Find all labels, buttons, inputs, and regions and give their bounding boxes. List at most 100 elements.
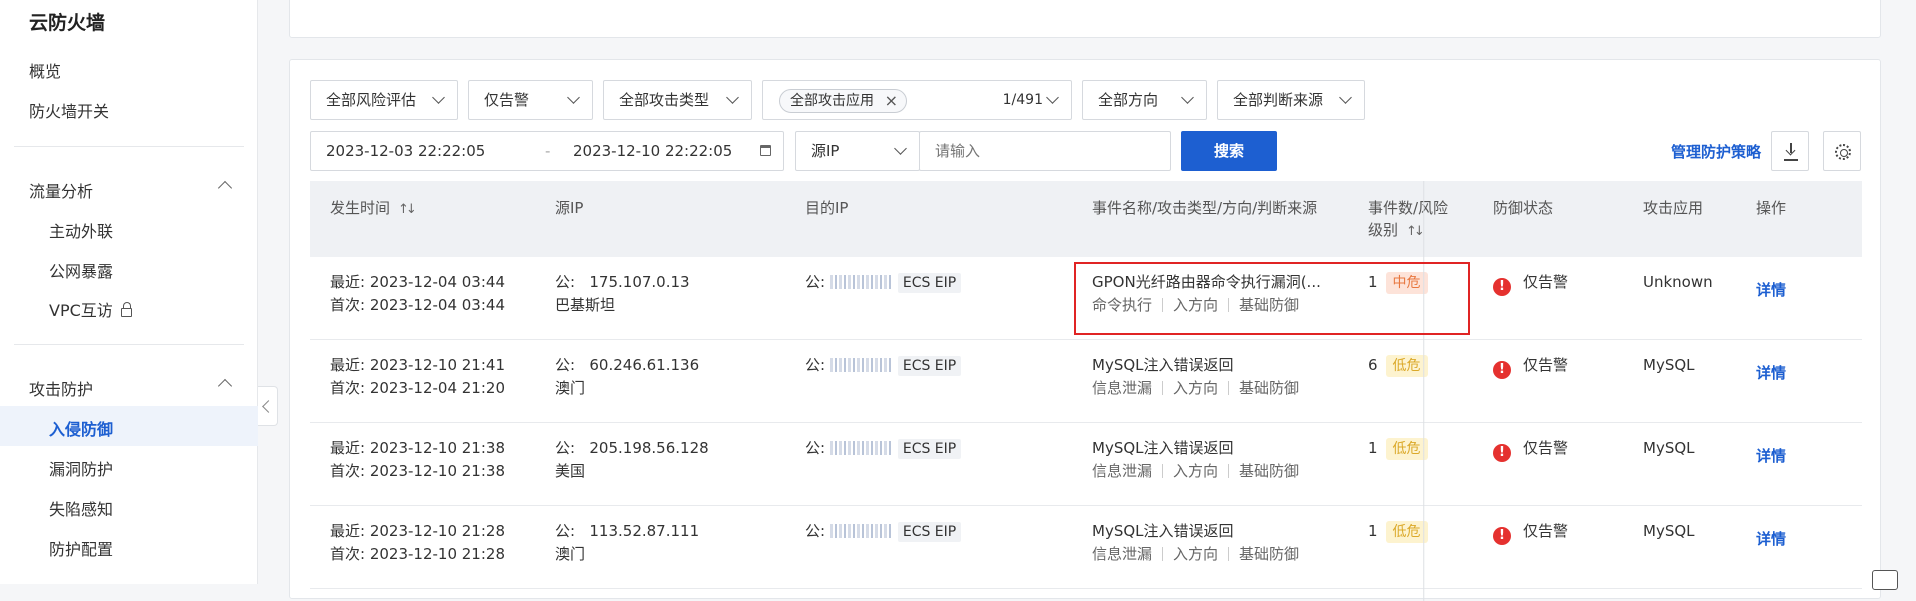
detail-link[interactable]: 详情 (1756, 528, 1786, 549)
ip-prefix: 公: (555, 522, 576, 540)
select-value: 全部判断来源 (1233, 91, 1324, 109)
col-count-risk[interactable]: 事件数/风险 级别 ↑↓ (1368, 197, 1448, 243)
latest-time: 最近: 2023-12-10 21:28 (330, 522, 505, 540)
date-range-picker[interactable]: 2023-12-03 22:22:05 - 2023-12-10 22:22:0… (310, 131, 784, 171)
sidebar-group-attack-protection[interactable]: 攻击防护 (29, 376, 244, 400)
judge-source: 基础防御 (1239, 545, 1300, 563)
defense-status: 仅告警 (1523, 273, 1569, 291)
col-src-ip: 源IP (555, 199, 584, 217)
close-icon[interactable]: × (885, 90, 898, 112)
detail-link[interactable]: 详情 (1756, 362, 1786, 383)
sidebar-item-firewall-switch[interactable]: 防火墙开关 (29, 98, 109, 122)
col-defense: 防御状态 (1493, 199, 1554, 217)
judge-source-select[interactable]: 全部判断来源 (1217, 80, 1365, 120)
detail-link[interactable]: 详情 (1756, 279, 1786, 300)
sidebar-title: 云防火墙 (29, 12, 106, 34)
time-cell: 最近: 2023-12-10 21:28 首次: 2023-12-10 21:28 (330, 520, 505, 566)
event-count: 1 (1368, 522, 1378, 540)
dst-ip-cell: 公: ECS EIP (805, 520, 962, 543)
chevron-down-icon (1046, 91, 1059, 104)
ip-prefix: 公: (555, 356, 576, 374)
ip-type-select[interactable]: 源IP (795, 131, 920, 171)
ip-prefix: 公: (805, 273, 826, 291)
ip-prefix: 公: (555, 439, 576, 457)
eip-tag: ECS EIP (897, 439, 962, 459)
src-ip-cell: 公: 113.52.87.111 澳门 (555, 520, 699, 566)
event-cell: MySQL注入错误返回 信息泄漏 入方向 基础防御 (1092, 437, 1299, 483)
event-name[interactable]: MySQL注入错误返回 (1092, 437, 1299, 460)
src-ip-cell: 公: 205.198.56.128 美国 (555, 437, 709, 483)
attack-type: 信息泄漏 (1092, 545, 1153, 563)
search-button[interactable]: 搜索 (1181, 131, 1277, 171)
direction-select[interactable]: 全部方向 (1082, 80, 1207, 120)
redacted-ip (829, 275, 892, 289)
sticky-column-shadow (1423, 181, 1425, 601)
event-name[interactable]: GPON光纤路由器命令执行漏洞(... (1092, 271, 1321, 294)
chevron-down-icon (432, 91, 445, 104)
mode-select[interactable]: 仅告警 (468, 80, 593, 120)
lock-icon (120, 302, 132, 317)
summary-card (289, 0, 1881, 38)
time-cell: 最近: 2023-12-04 03:44 首次: 2023-12-04 03:44 (330, 271, 505, 317)
event-name[interactable]: MySQL注入错误返回 (1092, 520, 1299, 543)
start-time: 2023-12-03 22:22:05 (326, 142, 486, 160)
sidebar-item-vpc[interactable]: VPC互访 (49, 297, 132, 321)
defense-status: 仅告警 (1523, 522, 1569, 540)
sidebar-item-intrusion-prevention[interactable]: 入侵防御 (49, 416, 113, 440)
redacted-ip (829, 524, 892, 538)
col-time[interactable]: 发生时间 ↑↓ (330, 197, 417, 221)
dst-ip-cell: 公: ECS EIP (805, 437, 962, 460)
latest-time: 最近: 2023-12-10 21:38 (330, 439, 505, 457)
count-risk-cell: 1 低危 (1368, 437, 1428, 460)
src-ip: 205.198.56.128 (589, 439, 709, 457)
chat-icon[interactable] (1872, 570, 1898, 590)
sort-icon[interactable]: ↑↓ (1406, 221, 1425, 243)
sidebar-item-protection-config[interactable]: 防护配置 (49, 536, 113, 560)
col-app: 攻击应用 (1643, 199, 1704, 217)
attack-type: 信息泄漏 (1092, 379, 1153, 397)
attack-app-multiselect[interactable]: 全部攻击应用 × 1/491 (762, 80, 1072, 120)
sidebar-item-outbound[interactable]: 主动外联 (49, 218, 113, 242)
event-name[interactable]: MySQL注入错误返回 (1092, 354, 1299, 377)
sidebar-item-exposure[interactable]: 公网暴露 (49, 258, 113, 282)
direction: 入方向 (1173, 462, 1219, 480)
manage-policy-link[interactable]: 管理防护策略 (1671, 141, 1761, 162)
attack-type: 信息泄漏 (1092, 462, 1153, 480)
src-region: 巴基斯坦 (555, 296, 616, 314)
sidebar-item-vuln-protection[interactable]: 漏洞防护 (49, 456, 113, 480)
sort-icon[interactable]: ↑↓ (398, 199, 417, 221)
sidebar-divider (14, 146, 244, 147)
sidebar-group-traffic-analysis[interactable]: 流量分析 (29, 178, 244, 202)
attack-type: 命令执行 (1092, 296, 1153, 314)
download-button[interactable] (1771, 131, 1809, 171)
download-icon (1785, 143, 1797, 159)
latest-time: 最近: 2023-12-04 03:44 (330, 273, 505, 291)
attack-type-select[interactable]: 全部攻击类型 (603, 80, 752, 120)
col-event: 事件名称/攻击类型/方向/判断来源 (1092, 199, 1318, 217)
sidebar-item-overview[interactable]: 概览 (29, 58, 61, 82)
table-header: 发生时间 ↑↓ 源IP 目的IP 事件名称/攻击类型/方向/判断来源 事件数/风险… (310, 181, 1862, 257)
sidebar-item-compromise[interactable]: 失陷感知 (49, 496, 113, 520)
col-dst-ip: 目的IP (805, 199, 849, 217)
col-label: 事件数/风险 (1368, 199, 1449, 217)
collapse-sidebar-button[interactable] (258, 386, 278, 426)
first-time: 首次: 2023-12-04 03:44 (330, 296, 505, 314)
src-ip-cell: 公: 175.107.0.13 巴基斯坦 (555, 271, 690, 317)
col-label: 发生时间 (330, 199, 391, 217)
ip-prefix: 公: (555, 273, 576, 291)
defense-cell: ! 仅告警 (1493, 520, 1568, 545)
src-region: 澳门 (555, 379, 586, 397)
ip-search-input[interactable] (919, 131, 1171, 171)
attack-app-chip: 全部攻击应用 × (779, 89, 907, 113)
alert-icon: ! (1493, 444, 1511, 462)
end-time: 2023-12-10 22:22:05 (573, 142, 733, 160)
dst-ip-cell: 公: ECS EIP (805, 271, 962, 294)
direction: 入方向 (1173, 296, 1219, 314)
settings-button[interactable] (1823, 131, 1861, 171)
first-time: 首次: 2023-12-04 21:20 (330, 379, 505, 397)
detail-link[interactable]: 详情 (1756, 445, 1786, 466)
risk-eval-select[interactable]: 全部风险评估 (310, 80, 458, 120)
app-cell: MySQL (1643, 439, 1695, 457)
gear-icon (1835, 144, 1851, 160)
select-value: 全部风险评估 (326, 91, 417, 109)
